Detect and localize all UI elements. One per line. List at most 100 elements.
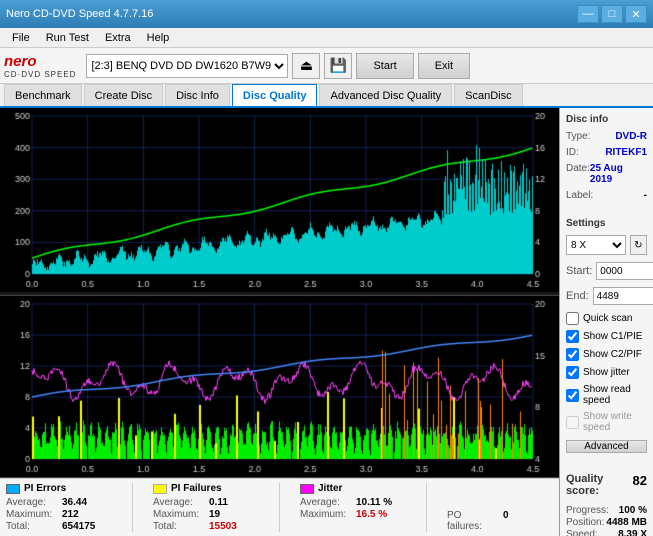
- pi-failures-total: Total: 15503: [153, 521, 259, 532]
- pi-errors-max: Maximum: 212: [6, 509, 112, 520]
- show-read-speed-checkbox[interactable]: [566, 389, 579, 402]
- stats-area: PI Errors Average: 36.44 Maximum: 212 To…: [0, 478, 559, 536]
- speed-row: 8 X 4 X 2 X MAX ↻: [566, 235, 647, 255]
- disc-date-row: Date: 25 Aug 2019: [566, 163, 647, 185]
- progress-label: Progress:: [566, 505, 609, 516]
- start-label: Start:: [566, 265, 592, 277]
- quick-scan-checkbox[interactable]: [566, 312, 579, 325]
- position-row: Position: 4488 MB: [566, 517, 647, 528]
- stat-divider-3: [426, 483, 427, 532]
- drive-select[interactable]: [2:3] BENQ DVD DD DW1620 B7W9: [86, 54, 288, 78]
- eject-button[interactable]: ⏏: [292, 53, 320, 79]
- pi-failures-stat: PI Failures Average: 0.11 Maximum: 19 To…: [153, 483, 259, 532]
- jitter-avg-value: 10.11 %: [356, 497, 406, 508]
- pi-failures-avg-label: Average:: [153, 497, 205, 508]
- exit-button[interactable]: Exit: [418, 53, 470, 79]
- pi-failures-avg: Average: 0.11: [153, 497, 259, 508]
- advanced-button[interactable]: Advanced: [566, 440, 647, 453]
- stat-divider-2: [279, 483, 280, 532]
- disc-label-label: Label:: [566, 190, 593, 201]
- show-c1pie-row: Show C1/PIE: [566, 330, 647, 343]
- pi-errors-avg-value: 36.44: [62, 497, 112, 508]
- start-button[interactable]: Start: [356, 53, 413, 79]
- tab-create-disc[interactable]: Create Disc: [84, 84, 163, 106]
- menu-help[interactable]: Help: [139, 30, 178, 46]
- pi-failures-color: [153, 484, 167, 494]
- logo-subtext: CD·DVD SPEED: [4, 70, 76, 79]
- disc-label-value: -: [644, 190, 647, 201]
- progress-rows: Progress: 100 % Position: 4488 MB Speed:…: [566, 505, 647, 536]
- disc-date-label: Date:: [566, 163, 590, 185]
- show-jitter-row: Show jitter: [566, 366, 647, 379]
- pi-errors-total-value: 654175: [62, 521, 112, 532]
- jitter-label: Jitter: [318, 483, 342, 494]
- show-jitter-checkbox[interactable]: [566, 366, 579, 379]
- show-c1pie-checkbox[interactable]: [566, 330, 579, 343]
- show-read-speed-row: Show read speed: [566, 384, 647, 406]
- jitter-header: Jitter: [300, 483, 406, 494]
- disc-label-row: Label: -: [566, 190, 647, 201]
- toolbar: nero CD·DVD SPEED [2:3] BENQ DVD DD DW16…: [0, 48, 653, 84]
- po-failures-value: 0: [503, 510, 553, 532]
- tab-disc-quality[interactable]: Disc Quality: [232, 84, 318, 106]
- refresh-button[interactable]: ↻: [630, 235, 647, 255]
- speed-value: 8.39 X: [618, 529, 647, 536]
- end-label: End:: [566, 290, 589, 302]
- menu-run-test[interactable]: Run Test: [38, 30, 97, 46]
- jitter-color: [300, 484, 314, 494]
- show-jitter-label: Show jitter: [583, 367, 630, 378]
- tab-scandisc[interactable]: ScanDisc: [454, 84, 522, 106]
- jitter-max-value: 16.5 %: [356, 509, 406, 520]
- start-row: Start: MB: [566, 262, 647, 280]
- end-input[interactable]: [593, 287, 653, 305]
- pi-failures-avg-value: 0.11: [209, 497, 259, 508]
- right-panel: Disc info Type: DVD-R ID: RITEKF1 Date: …: [560, 108, 653, 536]
- quick-scan-row: Quick scan: [566, 312, 647, 325]
- pi-failures-max-label: Maximum:: [153, 509, 205, 520]
- save-button[interactable]: 💾: [324, 53, 352, 79]
- po-failures: PO failures: 0: [447, 483, 553, 532]
- pi-failures-total-label: Total:: [153, 521, 205, 532]
- tab-disc-info[interactable]: Disc Info: [165, 84, 230, 106]
- quality-score-row: Quality score: 82: [566, 473, 647, 497]
- tab-advanced-disc-quality[interactable]: Advanced Disc Quality: [319, 84, 452, 106]
- show-write-speed-checkbox[interactable]: [566, 416, 579, 429]
- position-value: 4488 MB: [606, 517, 647, 528]
- pi-errors-color: [6, 484, 20, 494]
- disc-type-value: DVD-R: [615, 131, 647, 142]
- pi-errors-avg-label: Average:: [6, 497, 58, 508]
- top-chart: [0, 108, 559, 296]
- jitter-avg-label: Average:: [300, 497, 352, 508]
- speed-select[interactable]: 8 X 4 X 2 X MAX: [566, 235, 626, 255]
- pi-failures-total-value: 15503: [209, 521, 259, 532]
- show-c2pif-label: Show C2/PIF: [583, 349, 642, 360]
- charts-area: PI Errors Average: 36.44 Maximum: 212 To…: [0, 108, 560, 536]
- jitter-max-label: Maximum:: [300, 509, 352, 520]
- jitter-max: Maximum: 16.5 %: [300, 509, 406, 520]
- show-c2pif-checkbox[interactable]: [566, 348, 579, 361]
- po-failures-label: PO failures:: [447, 510, 499, 532]
- jitter-avg: Average: 10.11 %: [300, 497, 406, 508]
- main-content: PI Errors Average: 36.44 Maximum: 212 To…: [0, 108, 653, 536]
- show-write-speed-label: Show write speed: [583, 411, 647, 433]
- menu-file[interactable]: File: [4, 30, 38, 46]
- tab-benchmark[interactable]: Benchmark: [4, 84, 82, 106]
- maximize-button[interactable]: □: [601, 5, 623, 23]
- menu-extra[interactable]: Extra: [97, 30, 139, 46]
- disc-date-value: 25 Aug 2019: [590, 163, 647, 185]
- minimize-button[interactable]: —: [577, 5, 599, 23]
- close-button[interactable]: ✕: [625, 5, 647, 23]
- pi-failures-max: Maximum: 19: [153, 509, 259, 520]
- speed-label: Speed:: [566, 529, 598, 536]
- pi-errors-header: PI Errors: [6, 483, 112, 494]
- pi-errors-max-value: 212: [62, 509, 112, 520]
- show-c2pif-row: Show C2/PIF: [566, 348, 647, 361]
- disc-id-row: ID: RITEKF1: [566, 147, 647, 158]
- top-chart-canvas: [0, 108, 559, 292]
- end-row: End: MB: [566, 287, 647, 305]
- pi-failures-header: PI Failures: [153, 483, 259, 494]
- tabs: Benchmark Create Disc Disc Info Disc Qua…: [0, 84, 653, 108]
- start-input[interactable]: [596, 262, 653, 280]
- progress-row: Progress: 100 %: [566, 505, 647, 516]
- pi-errors-total: Total: 654175: [6, 521, 112, 532]
